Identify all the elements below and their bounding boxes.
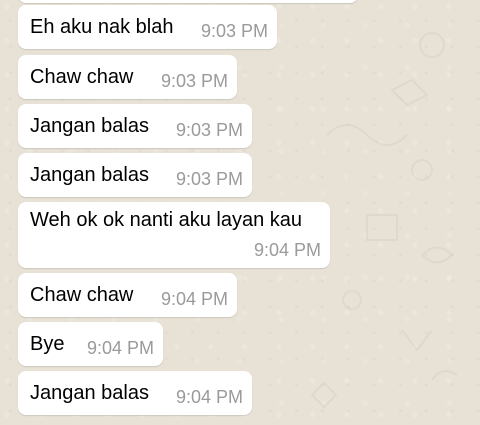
- message-time: 9:04 PM: [253, 240, 321, 260]
- message-time: 9:03 PM: [175, 120, 243, 140]
- message-time: 9:04 PM: [160, 289, 228, 309]
- message-text: Jangan balas: [30, 382, 149, 404]
- message-bubble[interactable]: Jangan balas 9:04 PM: [18, 371, 252, 415]
- message-text: Chaw chaw: [30, 284, 134, 306]
- message-text: Jangan balas: [30, 164, 149, 186]
- message-bubble[interactable]: Eh aku nak blah 9:03 PM: [18, 5, 277, 49]
- message-time: 9:04 PM: [86, 338, 154, 358]
- message-time: 9:03 PM: [200, 21, 268, 41]
- message-text: Weh ok ok nanti aku layan kau: [30, 209, 303, 231]
- message-bubble[interactable]: Bye 9:04 PM: [18, 322, 163, 366]
- previous-message-bubble: [18, 0, 358, 3]
- message-text: Bye: [30, 333, 65, 355]
- message-time: 9:04 PM: [175, 387, 243, 407]
- message-bubble[interactable]: Chaw chaw 9:03 PM: [18, 55, 237, 99]
- message-time: 9:03 PM: [175, 169, 243, 189]
- message-text: Eh aku nak blah: [30, 16, 174, 38]
- message-text: Jangan balas: [30, 115, 149, 137]
- message-bubble[interactable]: Chaw chaw 9:04 PM: [18, 273, 237, 317]
- message-bubble[interactable]: Weh ok ok nanti aku layan kau 9:04 PM: [18, 202, 330, 268]
- message-bubble[interactable]: Jangan balas 9:03 PM: [18, 153, 252, 197]
- message-time: 9:03 PM: [160, 71, 228, 91]
- message-bubble[interactable]: Jangan balas 9:03 PM: [18, 104, 252, 148]
- chat-background: Eh aku nak blah 9:03 PM Chaw chaw 9:03 P…: [0, 0, 480, 425]
- message-text: Chaw chaw: [30, 66, 134, 88]
